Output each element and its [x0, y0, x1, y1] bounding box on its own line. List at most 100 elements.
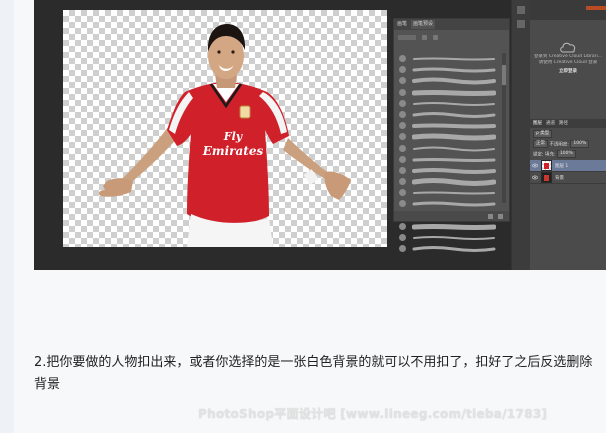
opacity-input[interactable]: 100% — [570, 140, 590, 148]
tutorial-caption: 2.把你要做的人物扣出来，或者你选择的是一张白色背景的就可以不用扣了，扣好了之后… — [34, 355, 593, 392]
brush-stroke-preview — [412, 178, 496, 187]
panel-toggle-icon[interactable] — [517, 6, 525, 14]
brush-tip-icon — [399, 234, 406, 241]
panel-toggle-icon[interactable] — [517, 20, 525, 28]
brush-tip-icon — [399, 222, 406, 230]
brush-preset-item[interactable] — [396, 154, 496, 165]
layer-thumbnail — [541, 160, 552, 171]
layer-row-layer1[interactable]: 图层 1 — [530, 160, 606, 172]
player-cutout-image: Fly Emirates — [98, 24, 351, 247]
creative-cloud-libraries: 登录到 Creative Cloud Librari... 请使用 Creati… — [530, 40, 606, 92]
brush-panel-tabs: 画笔 画笔预设 — [394, 19, 509, 30]
photoshop-screenshot: Fly Emirates 画笔 画笔预设 登录到 Creative Cloud … — [34, 0, 606, 270]
layer-name: 图层 1 — [555, 163, 569, 169]
brush-tip-icon — [399, 245, 406, 253]
document-canvas[interactable]: Fly Emirates — [63, 10, 387, 247]
right-dock: 登录到 Creative Cloud Librari... 请使用 Creati… — [530, 0, 606, 270]
brush-preset-item[interactable] — [396, 120, 496, 131]
brush-tip-icon — [399, 189, 406, 197]
brush-tip-icon — [399, 55, 406, 62]
fill-input[interactable]: 100% — [556, 150, 576, 158]
brush-tip-icon — [399, 155, 406, 163]
brush-preset-item[interactable] — [396, 165, 496, 176]
brush-tip-icon — [399, 178, 406, 186]
brush-tip-icon — [399, 166, 406, 174]
svg-text:Emirates: Emirates — [202, 144, 264, 158]
brush-stroke-preview — [412, 157, 496, 162]
brush-panel-footer — [394, 211, 509, 221]
brush-tip-icon — [399, 144, 406, 152]
brush-stroke-preview — [412, 133, 496, 141]
visibility-eye-icon[interactable] — [532, 163, 538, 168]
svg-text:Fly: Fly — [223, 130, 244, 143]
collapsed-panel-strip — [511, 0, 530, 270]
forum-watermark: PhotoShop平面设计吧 [www.lineeg.com/tieba/178… — [198, 407, 548, 421]
cc-signin-link[interactable]: 立即登录 — [530, 68, 606, 74]
brush-stroke-preview — [412, 246, 496, 253]
cc-signin-line2: 请使用 Creative Cloud 登录 — [538, 60, 598, 65]
brush-stroke-preview — [413, 236, 495, 240]
page-left-gutter — [0, 0, 14, 433]
layer-thumbnail — [541, 172, 552, 183]
dock-header — [530, 0, 606, 20]
brush-options-icon[interactable] — [422, 34, 427, 40]
brush-tip-icon — [399, 88, 406, 96]
brush-preset-item[interactable] — [396, 87, 496, 98]
brush-preset-item[interactable] — [396, 176, 496, 187]
lock-label: 锁定: — [533, 152, 544, 158]
brush-preset-item[interactable] — [396, 64, 496, 75]
fill-label: 填充: — [544, 152, 556, 158]
brush-stroke-preview — [412, 77, 496, 85]
brush-preset-item[interactable] — [396, 75, 496, 86]
brush-tip-icon — [399, 77, 406, 85]
brush-tip-icon — [399, 133, 406, 141]
brush-stroke-preview — [413, 191, 495, 195]
brush-tip-icon — [399, 99, 406, 107]
brush-size-field[interactable] — [398, 34, 416, 40]
new-brush-icon[interactable] — [488, 213, 493, 219]
brush-preset-item[interactable] — [396, 131, 496, 142]
tab-brush[interactable]: 画笔 — [397, 20, 407, 29]
tab-channels[interactable]: 通道 — [546, 119, 555, 128]
brush-stroke-preview — [412, 201, 496, 207]
brush-settings-icon[interactable] — [433, 34, 438, 40]
brush-tip-icon — [399, 110, 406, 118]
brush-preset-item[interactable] — [396, 53, 496, 64]
brush-tip-icon — [399, 200, 406, 208]
brush-stroke-preview — [412, 67, 496, 73]
brush-list-scrollbar[interactable] — [502, 53, 506, 203]
brush-stroke-preview — [412, 223, 496, 230]
brush-preset-item[interactable] — [396, 109, 496, 120]
tab-paths[interactable]: 路径 — [559, 119, 568, 128]
brush-preset-item[interactable] — [396, 187, 496, 198]
brush-panel-toolbar — [394, 30, 509, 44]
tab-brush-presets[interactable]: 画笔预设 — [411, 20, 436, 29]
brush-preset-item[interactable] — [396, 243, 496, 254]
brush-preset-item[interactable] — [396, 143, 496, 154]
creative-cloud-icon — [560, 42, 576, 53]
brush-preset-item[interactable] — [396, 198, 496, 209]
layers-panel-tabs: 图层 通道 路径 — [530, 119, 606, 128]
brush-tip-icon — [399, 66, 406, 74]
blend-opacity-row: 正常 不透明度: 100% — [533, 140, 590, 148]
brush-stroke-preview — [412, 89, 496, 96]
brush-stroke-preview — [413, 57, 495, 61]
brush-preset-item[interactable] — [396, 232, 496, 243]
blend-mode-select[interactable]: 正常 — [533, 140, 548, 148]
lock-fill-row: 锁定: 填充: 100% — [533, 150, 576, 158]
brush-stroke-preview — [412, 111, 496, 118]
layer-name: 背景 — [555, 175, 564, 181]
brush-stroke-preview — [412, 167, 496, 174]
brush-presets-panel: 画笔 画笔预设 — [393, 18, 510, 253]
brush-stroke-preview — [412, 123, 496, 129]
layer-row-background[interactable]: 背景 — [530, 172, 606, 184]
brush-preset-item[interactable] — [396, 98, 496, 109]
opacity-label: 不透明度: — [549, 142, 569, 148]
layer-kind-select[interactable]: ρ 类型 — [533, 130, 553, 138]
tab-layers[interactable]: 图层 — [533, 119, 542, 128]
brush-preset-list[interactable] — [396, 53, 496, 254]
delete-brush-icon[interactable] — [498, 213, 503, 219]
brush-preset-item[interactable] — [396, 221, 496, 232]
brush-stroke-preview — [413, 101, 495, 106]
visibility-eye-icon[interactable] — [532, 175, 538, 180]
